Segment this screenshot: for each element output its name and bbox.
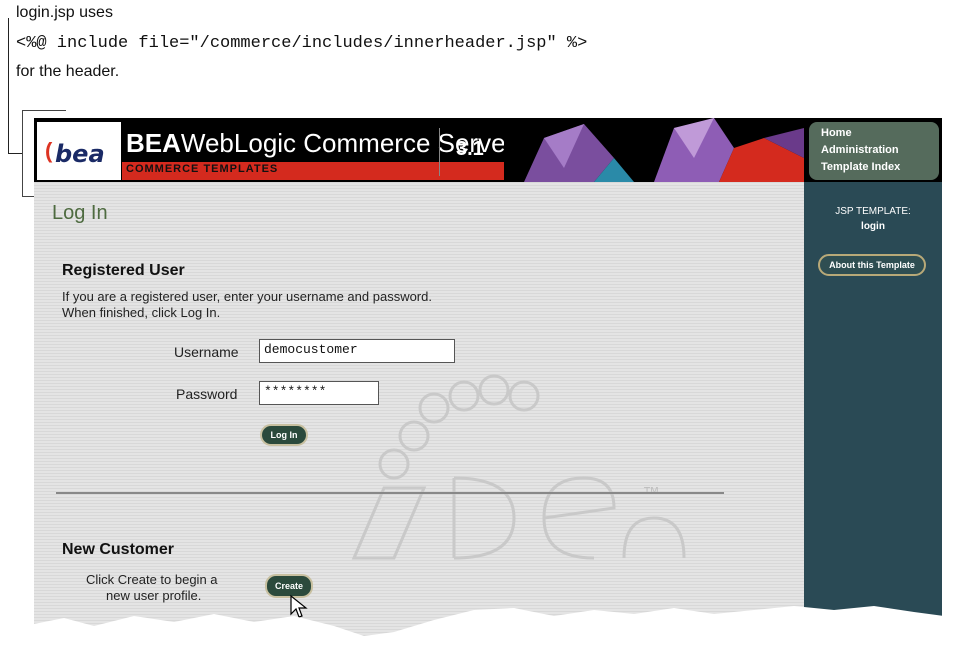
registered-user-heading: Registered User — [62, 262, 185, 279]
product-name-bold: BEA — [126, 128, 181, 158]
jsp-template-name: login — [861, 221, 885, 232]
logo-swoosh-icon: ( — [45, 138, 53, 163]
inner-header: ( bea BEAWebLogic Commerce Server COMMER… — [34, 118, 942, 182]
new-customer-text: Click Create to begin a — [86, 572, 218, 587]
torn-edge — [34, 606, 944, 652]
header-graphic — [504, 118, 804, 182]
password-label: Password — [176, 386, 238, 402]
header-callout-top — [22, 110, 66, 111]
annotation-code: <%@ include file="/commerce/includes/inn… — [16, 34, 588, 53]
about-template-button[interactable]: About this Template — [818, 254, 926, 276]
header-callout-side — [22, 110, 23, 196]
nav-administration-link[interactable]: Administration — [821, 144, 899, 156]
version-number: 3.1 — [456, 138, 484, 160]
annotation-bracket — [8, 18, 9, 154]
new-customer-heading: New Customer — [62, 541, 175, 558]
header-divider — [439, 128, 440, 176]
nav-template-index-link[interactable]: Template Index — [821, 161, 900, 173]
username-label: Username — [174, 344, 239, 360]
section-divider — [56, 492, 724, 494]
annotation-text-end: for the header. — [16, 63, 120, 80]
annotation-text: login.jsp uses — [16, 4, 113, 21]
logo-text: bea — [55, 140, 105, 168]
screenshot: ( bea BEAWebLogic Commerce Server COMMER… — [34, 118, 944, 652]
login-button[interactable]: Log In — [260, 424, 308, 446]
nav-home-link[interactable]: Home — [821, 127, 852, 139]
password-input[interactable]: ******** — [259, 381, 379, 405]
product-subtitle: COMMERCE TEMPLATES — [126, 163, 279, 175]
jsp-template-label: JSP TEMPLATE: — [835, 206, 911, 217]
registered-instructions: If you are a registered user, enter your… — [62, 289, 432, 304]
username-input[interactable]: democustomer — [259, 339, 455, 363]
bea-logo[interactable]: ( bea — [37, 122, 121, 180]
registered-instructions-2: When finished, click Log In. — [62, 305, 221, 320]
page-title: Log In — [52, 202, 108, 224]
annotation-bracket-tick — [8, 153, 22, 154]
sidebar — [804, 118, 942, 638]
header-nav: Home Administration Template Index — [809, 122, 939, 180]
